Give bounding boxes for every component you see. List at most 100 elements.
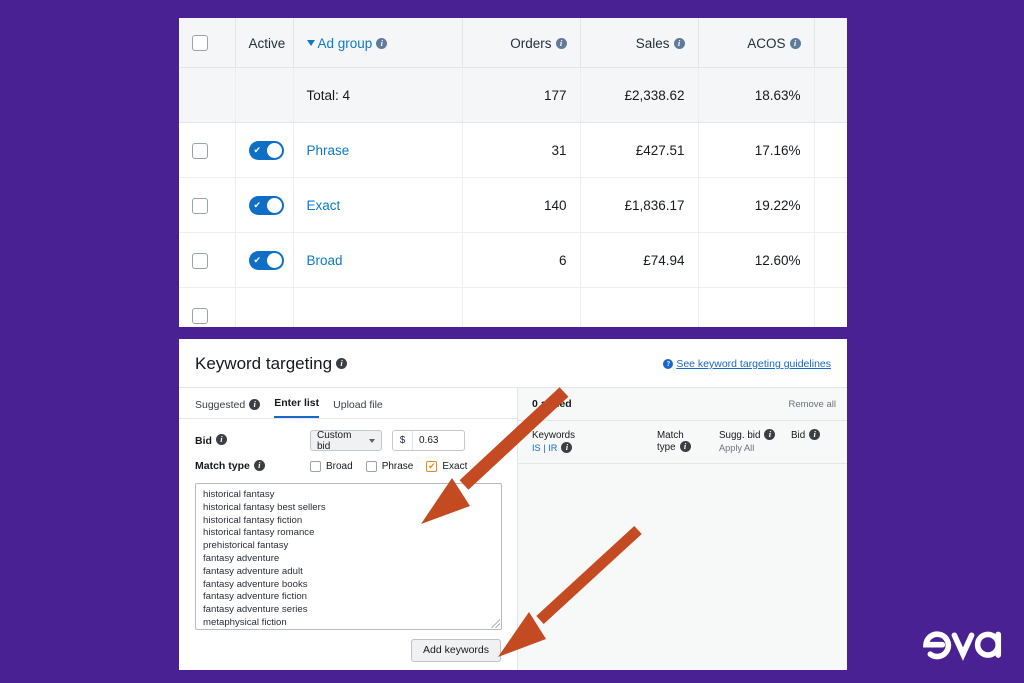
row-name-cell[interactable] bbox=[293, 287, 463, 327]
exact-checkbox[interactable]: ✔ bbox=[426, 460, 438, 472]
row-checkbox[interactable] bbox=[192, 142, 208, 159]
remove-all-button[interactable]: Remove all bbox=[788, 399, 836, 410]
info-icon[interactable]: i bbox=[764, 429, 776, 440]
check-icon: ✔ bbox=[253, 254, 262, 265]
table-row[interactable]: ✔ Exact 140 £1,836.17 19.22% bbox=[179, 177, 847, 234]
bid-label-text: Bid bbox=[195, 434, 212, 447]
phrase-label: Phrase bbox=[381, 460, 414, 472]
phrase-checkbox[interactable] bbox=[365, 460, 377, 472]
row-checkbox-cell[interactable] bbox=[179, 287, 236, 327]
row-extra-cell bbox=[814, 287, 847, 327]
tab-suggested[interactable]: Suggested i bbox=[195, 398, 261, 418]
keyword-targeting-title: Keyword targeting bbox=[195, 354, 333, 373]
row-checkbox-cell[interactable] bbox=[179, 177, 236, 234]
total-orders-cell: 177 bbox=[462, 67, 581, 124]
info-icon[interactable]: i bbox=[253, 459, 265, 471]
active-toggle[interactable]: ✔ bbox=[248, 140, 284, 160]
resize-handle-icon[interactable] bbox=[491, 619, 500, 628]
table-row[interactable]: ✔ Broad 6 £74.94 12.60% bbox=[179, 232, 847, 289]
toggle-knob bbox=[266, 197, 282, 213]
page-title: Keyword targeting i bbox=[195, 354, 348, 374]
info-icon[interactable]: i bbox=[376, 37, 388, 49]
orders-header: Orders i bbox=[462, 18, 581, 69]
ad-group-link[interactable]: Phrase bbox=[307, 143, 350, 158]
bid-amount-field[interactable]: $ 0.63 bbox=[392, 430, 465, 451]
col-keywords: Keywords IS | IR i bbox=[532, 430, 657, 454]
info-icon[interactable]: i bbox=[336, 358, 348, 370]
row-checkbox[interactable] bbox=[192, 252, 208, 269]
row-name-cell[interactable]: Phrase bbox=[293, 122, 463, 179]
match-type-label: Match type i bbox=[195, 459, 310, 472]
info-icon[interactable]: i bbox=[555, 37, 567, 49]
extra-column-header bbox=[814, 18, 847, 69]
match-type-phrase[interactable]: Phrase bbox=[365, 460, 414, 472]
list-item: historical fantasy romance bbox=[203, 527, 315, 539]
row-name-cell[interactable]: Exact bbox=[293, 177, 463, 234]
table-row[interactable]: ✔ Phrase 31 £427.51 17.16% bbox=[179, 122, 847, 179]
row-active-cell[interactable] bbox=[235, 287, 294, 327]
acos-header: ACOS i bbox=[698, 18, 815, 69]
tab-upload-file[interactable]: Upload file bbox=[333, 399, 383, 418]
is-ir-label: IS | IR bbox=[532, 443, 558, 453]
info-icon[interactable]: i bbox=[809, 429, 821, 440]
row-checkbox[interactable] bbox=[192, 197, 208, 214]
row-active-cell[interactable]: ✔ bbox=[235, 232, 294, 289]
active-toggle[interactable]: ✔ bbox=[248, 195, 284, 215]
info-icon[interactable]: i bbox=[215, 434, 227, 446]
row-acos-cell: 19.22% bbox=[698, 177, 815, 234]
bid-type-select[interactable]: Custom bid bbox=[310, 430, 382, 452]
info-icon[interactable]: i bbox=[789, 37, 801, 49]
total-extra-cell bbox=[814, 67, 847, 124]
col-sugg-bid: Sugg. bid i Apply All bbox=[719, 429, 791, 454]
ad-group-header[interactable]: Ad group i bbox=[293, 18, 463, 69]
sort-descending-icon[interactable] bbox=[306, 40, 315, 47]
active-toggle[interactable]: ✔ bbox=[248, 250, 284, 270]
keyword-targeting-body: Suggested i Enter list Upload file Bid i C… bbox=[179, 388, 847, 670]
ad-group-header-label[interactable]: Ad group bbox=[318, 36, 373, 51]
added-keywords-bar: 0 added Remove all bbox=[518, 388, 847, 421]
total-acos-cell: 18.63% bbox=[698, 67, 815, 124]
row-checkbox-cell[interactable] bbox=[179, 122, 236, 179]
col-keywords-sub: IS | IR i bbox=[532, 442, 657, 454]
ad-group-link[interactable]: Exact bbox=[307, 198, 341, 213]
table-header: Active Ad group i Orders i Sales i ACOS i bbox=[179, 18, 847, 69]
row-checkbox[interactable] bbox=[192, 307, 208, 324]
eva-logo bbox=[923, 631, 1002, 661]
apply-all-button[interactable]: Apply All bbox=[719, 442, 791, 454]
add-keywords-button[interactable]: Add keywords bbox=[411, 639, 501, 662]
ad-group-link[interactable]: Broad bbox=[307, 253, 343, 268]
list-item: fantasy adventure books bbox=[203, 578, 308, 590]
bid-amount-value[interactable]: 0.63 bbox=[413, 435, 464, 446]
broad-checkbox[interactable] bbox=[310, 460, 321, 472]
keyword-guidelines-link[interactable]: ? See keyword targeting guidelines bbox=[663, 358, 831, 370]
match-type-broad[interactable]: Broad bbox=[310, 460, 353, 472]
row-name-cell[interactable]: Broad bbox=[293, 232, 463, 289]
total-label-cell: Total: 4 bbox=[293, 67, 463, 124]
info-icon[interactable]: i bbox=[561, 442, 573, 454]
row-orders-cell bbox=[462, 287, 581, 327]
list-item: fantasy adventure fiction bbox=[203, 591, 307, 603]
col-match-type-label2: type i bbox=[657, 441, 719, 454]
select-all-header[interactable] bbox=[179, 18, 236, 69]
match-type-exact[interactable]: ✔ Exact bbox=[426, 460, 467, 472]
table-row-partial[interactable] bbox=[179, 287, 847, 327]
info-icon[interactable]: i bbox=[249, 398, 261, 410]
col-bid: Bid i bbox=[791, 429, 836, 442]
row-active-cell[interactable]: ✔ bbox=[235, 177, 294, 234]
info-icon[interactable]: i bbox=[673, 37, 685, 49]
select-all-checkbox[interactable] bbox=[192, 35, 208, 52]
sales-header-label: Sales bbox=[635, 35, 670, 51]
tab-upload-file-label: Upload file bbox=[333, 399, 383, 411]
keyword-source-tabs: Suggested i Enter list Upload file bbox=[179, 388, 517, 419]
acos-header-label: ACOS bbox=[747, 35, 786, 51]
row-acos-cell bbox=[698, 287, 815, 327]
row-acos-cell: 12.60% bbox=[698, 232, 815, 289]
tab-enter-list[interactable]: Enter list bbox=[274, 397, 320, 418]
bid-col-text: Bid bbox=[791, 430, 806, 442]
keyword-list-textarea[interactable]: historical fantasy historical fantasy be… bbox=[195, 483, 502, 630]
row-sales-cell: £427.51 bbox=[580, 122, 699, 179]
toggle-knob bbox=[266, 142, 282, 158]
row-checkbox-cell[interactable] bbox=[179, 232, 236, 289]
info-icon[interactable]: i bbox=[679, 441, 691, 452]
row-active-cell[interactable]: ✔ bbox=[235, 122, 294, 179]
